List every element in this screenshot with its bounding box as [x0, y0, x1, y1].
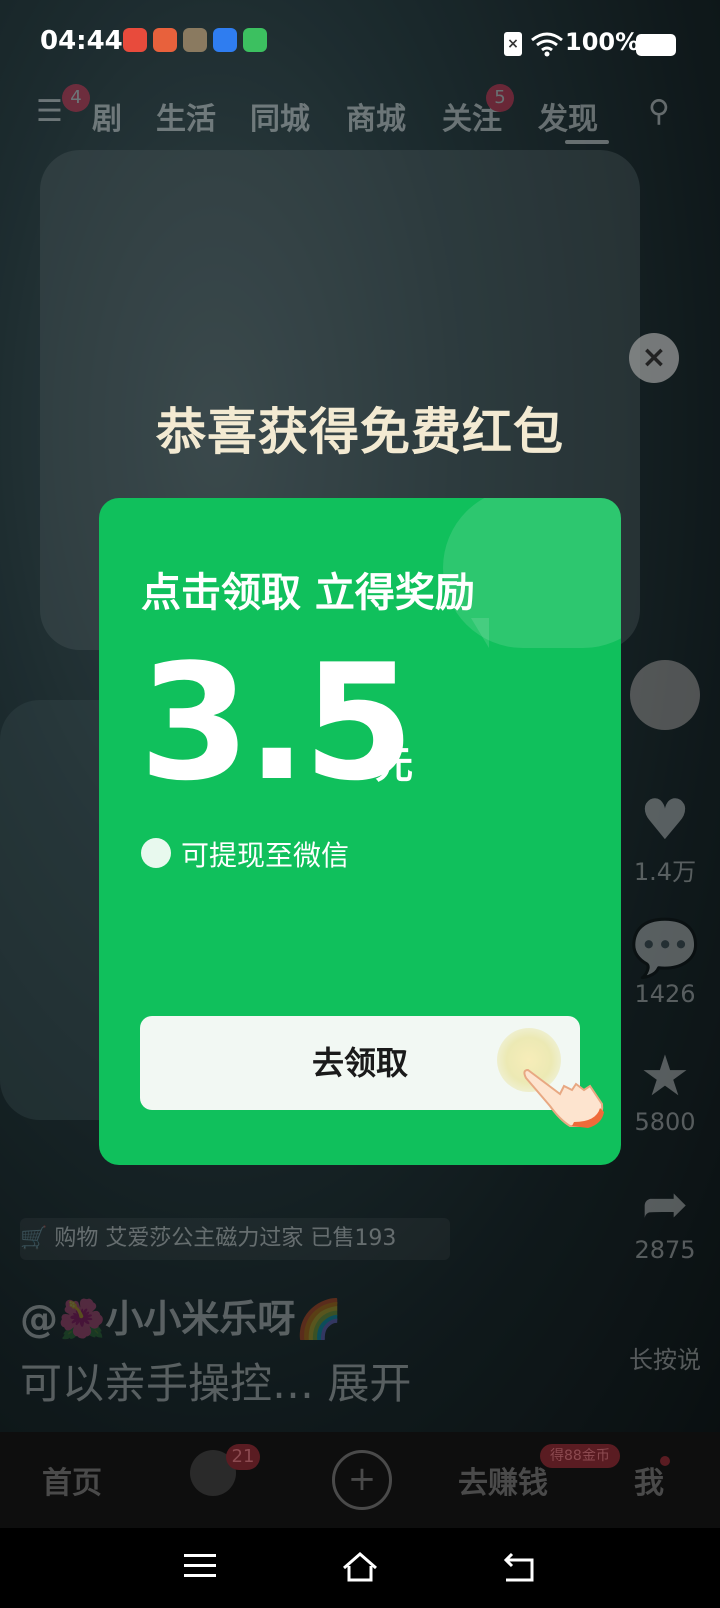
withdraw-note: 可提现至微信 [181, 839, 350, 872]
tab-life[interactable]: 生活 [156, 94, 216, 138]
wechat-icon [141, 838, 171, 868]
tab-local[interactable]: 同城 [250, 94, 310, 138]
author-avatar[interactable] [620, 660, 710, 730]
like-count: 1.4万 [633, 858, 697, 886]
tab-mall[interactable]: 商城 [346, 94, 406, 138]
clock: 04:44 [40, 26, 123, 56]
close-button[interactable]: × [629, 333, 679, 383]
favorite-count: 5800 [634, 1108, 696, 1136]
reward-unit: 元 [375, 743, 414, 787]
card-subtitle: 点击领取 立得奖励 [141, 570, 475, 616]
create-button[interactable]: + [332, 1450, 392, 1510]
nav-home[interactable]: 首页 [42, 1458, 102, 1502]
follow-badge: 5 [486, 84, 514, 112]
menu-icon[interactable]: ☰ [36, 94, 63, 129]
comment-button[interactable]: 💬 1426 [620, 916, 710, 1009]
shop-item: 艾爱莎公主磁力过家 [105, 1226, 304, 1251]
voice-label: 长按说 [629, 1346, 701, 1374]
shop-link[interactable]: 🛒 购物 艾爱莎公主磁力过家 已售193 [20, 1218, 450, 1260]
sold-count: 已售193 [310, 1226, 397, 1251]
app-icon [213, 28, 237, 52]
nav-me[interactable]: 我 [634, 1458, 664, 1502]
wechat-watermark-tail [471, 618, 489, 648]
share-count: 2875 [634, 1236, 696, 1264]
share-icon: ➦ [641, 1172, 689, 1237]
star-icon: ★ [639, 1044, 691, 1109]
active-tab-indicator [565, 140, 609, 144]
app-icon [243, 28, 267, 52]
app-icon [153, 28, 177, 52]
like-button[interactable]: ♥ 1.4万 [620, 790, 710, 887]
modal-title: 恭喜获得免费红包 [156, 403, 564, 461]
battery-percent: 100% [565, 28, 640, 56]
tab-drama[interactable]: 剧 [92, 94, 122, 138]
app-icon [123, 28, 147, 52]
sim-icon: × [504, 32, 522, 56]
comment-icon: 💬 [630, 916, 700, 981]
menu-badge: 4 [62, 84, 90, 112]
reward-amount: 3.5 [139, 629, 414, 816]
friends-badge: 21 [226, 1444, 260, 1470]
back-icon[interactable] [500, 1546, 540, 1586]
app-icon [183, 28, 207, 52]
earn-badge: 得88金币 [540, 1444, 620, 1468]
wifi-icon [531, 32, 563, 57]
video-caption[interactable]: 可以亲手操控… 展开 [20, 1350, 411, 1411]
tab-discover[interactable]: 发现 [538, 94, 598, 138]
cart-icon: 🛒 [20, 1226, 48, 1251]
search-icon[interactable]: ⚲ [648, 94, 670, 129]
voice-button[interactable]: 长按说 [620, 1340, 710, 1375]
notification-icons [123, 28, 267, 52]
pointing-hand-icon [523, 1068, 604, 1128]
comment-count: 1426 [634, 980, 696, 1008]
share-button[interactable]: ➦ 2875 [620, 1172, 710, 1265]
shop-label: 购物 [54, 1226, 99, 1251]
avatar [630, 660, 700, 730]
top-nav: ☰ 4 剧 生活 同城 商城 关注 5 发现 ⚲ [0, 84, 720, 158]
favorite-button[interactable]: ★ 5800 [620, 1044, 710, 1137]
heart-icon: ♥ [639, 788, 691, 853]
author-name[interactable]: @🌺小小米乐呀🌈 [20, 1288, 343, 1343]
nav-earn[interactable]: 去赚钱 [458, 1458, 548, 1502]
battery-icon [636, 34, 676, 56]
home-icon[interactable] [340, 1546, 380, 1586]
status-bar: 04:44 × 100% [0, 0, 720, 88]
me-dot [660, 1456, 670, 1466]
system-nav [0, 1528, 720, 1608]
bottom-nav: 首页 21 + 去赚钱 得88金币 我 [0, 1432, 720, 1528]
menu-icon[interactable] [180, 1546, 220, 1586]
